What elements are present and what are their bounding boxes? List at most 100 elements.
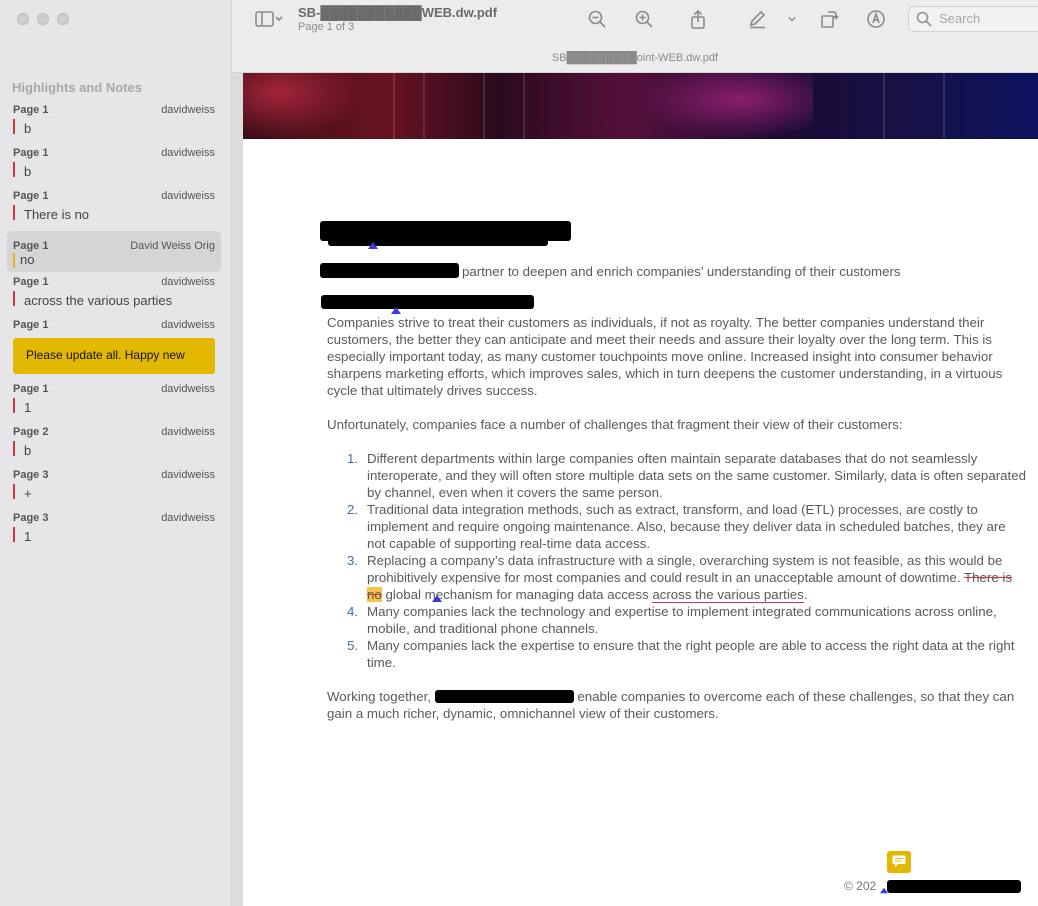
search-input[interactable] <box>937 10 1038 27</box>
note-author: davidweiss <box>161 190 215 202</box>
note-item-selected[interactable]: Page 1 David Weiss Orig no <box>7 231 221 272</box>
note-page: Page 1 <box>13 319 49 331</box>
note-text: b <box>24 443 32 458</box>
annotation-marker[interactable] <box>432 595 442 602</box>
note-item[interactable]: Page 3 davidweiss + <box>7 469 221 507</box>
note-text: across the various parties <box>24 293 173 308</box>
list-text: Replacing a company’s data infrastructur… <box>367 553 1003 585</box>
list-item: 2. Traditional data integration methods,… <box>347 501 1027 552</box>
highlight-color-bar <box>13 527 15 542</box>
search-field[interactable] <box>908 6 1038 32</box>
page-indicator: Page 1 of 3 <box>298 21 355 33</box>
note-author: davidweiss <box>161 147 215 159</box>
zoom-window-button[interactable] <box>57 13 69 25</box>
note-author: David Weiss Orig <box>130 240 215 252</box>
note-item[interactable]: Page 1 davidweiss across the various par… <box>7 276 221 314</box>
comment-note-icon[interactable] <box>887 851 911 873</box>
list-text: Traditional data integration methods, su… <box>367 502 1006 551</box>
share-icon[interactable] <box>687 8 709 30</box>
strikethrough-annotation[interactable]: There is <box>964 570 1012 585</box>
list-item: 1. Different departments within large co… <box>347 450 1027 501</box>
note-item[interactable]: Page 1 davidweiss 1 <box>7 383 221 421</box>
list-number: 4. <box>347 604 359 619</box>
note-text: b <box>24 164 32 179</box>
chevron-down-icon[interactable] <box>784 8 800 30</box>
list-text: global mechanism for managing data acces… <box>381 587 653 602</box>
challenges-list: 1. Different departments within large co… <box>347 450 1027 671</box>
list-text: Many companies lack the expertise to ens… <box>367 638 1015 670</box>
list-number: 5. <box>347 638 359 653</box>
note-author: davidweiss <box>161 383 215 395</box>
redacted-text <box>434 690 574 703</box>
copyright-text: © 202 <box>844 879 877 893</box>
note-item[interactable]: Page 2 davidweiss b <box>7 426 221 464</box>
redacted-text <box>887 880 1021 893</box>
toolbar: SB-███████████WEB.dw.pdf Page 1 of 3 SB█… <box>232 0 1038 73</box>
note-item[interactable]: Page 1 davidweiss b <box>7 147 221 185</box>
highlight-color-bar <box>13 398 15 413</box>
list-text: Many companies lack the technology and e… <box>367 604 997 636</box>
note-text: b <box>24 121 32 136</box>
close-window-button[interactable] <box>17 13 29 25</box>
paragraph-text: Working together, <box>327 689 435 704</box>
redacted-subheading <box>321 295 534 309</box>
list-text: Different departments within large compa… <box>367 451 1027 500</box>
note-page: Page 1 <box>13 190 49 202</box>
list-number: 3. <box>347 553 359 568</box>
highlight-color-bar <box>13 291 15 306</box>
search-icon <box>916 11 932 32</box>
document-pane[interactable]: partner to deepen and enrich companies’ … <box>232 73 1038 906</box>
annotate-icon[interactable] <box>865 8 887 30</box>
highlight-color-bar <box>13 205 15 220</box>
note-text: There is no <box>24 207 90 222</box>
underline-annotation[interactable]: across the various parties <box>652 587 804 603</box>
note-item[interactable]: Page 1 davidweiss b <box>7 104 221 142</box>
note-page: Page 1 <box>13 276 49 288</box>
document-title: SB-███████████WEB.dw.pdf <box>298 5 498 20</box>
window-controls <box>17 13 69 25</box>
highlight-color-bar <box>13 253 15 268</box>
note-author: davidweiss <box>161 469 215 481</box>
list-number: 1. <box>347 451 359 466</box>
body-paragraph: Working together, enable companies to ov… <box>327 688 1027 722</box>
note-author: davidweiss <box>161 426 215 438</box>
redacted-heading <box>328 238 548 246</box>
note-text: no <box>20 252 35 267</box>
note-text: 1 <box>24 529 32 544</box>
note-page: Page 1 <box>13 383 49 395</box>
minimize-window-button[interactable] <box>37 13 49 25</box>
zoom-in-icon[interactable] <box>633 8 655 30</box>
markup-pen-icon[interactable] <box>746 8 768 30</box>
highlight-color-bar <box>13 441 15 456</box>
tab-title: SB█████████oint-WEB.dw.pdf <box>551 52 719 64</box>
note-author: davidweiss <box>161 512 215 524</box>
tagline: partner to deepen and enrich companies’ … <box>462 264 901 279</box>
note-item[interactable]: Page 1 davidweiss <box>7 319 221 335</box>
annotation-marker[interactable] <box>368 242 378 249</box>
body-paragraph: Companies strive to treat their customer… <box>327 315 1003 398</box>
sticky-note[interactable]: Please update all. Happy new <box>13 338 215 374</box>
header-banner-image <box>243 73 1038 139</box>
note-text: + <box>24 486 32 501</box>
sidebar-icon[interactable] <box>250 8 286 30</box>
annotation-marker[interactable] <box>391 307 401 314</box>
note-author: davidweiss <box>161 319 215 331</box>
sidebar: Highlights and Notes Page 1 davidweiss b… <box>0 0 232 906</box>
redacted-text <box>320 263 459 278</box>
highlight-color-bar <box>13 119 15 134</box>
note-author: davidweiss <box>161 276 215 288</box>
body-paragraph: Unfortunately, companies face a number o… <box>327 417 903 432</box>
list-item: 5. Many companies lack the expertise to … <box>347 637 1027 671</box>
note-item[interactable]: Page 1 davidweiss There is no <box>7 190 221 228</box>
note-page: Page 3 <box>13 469 49 481</box>
zoom-out-icon[interactable] <box>586 8 608 30</box>
note-item[interactable]: Page 3 davidweiss 1 <box>7 512 221 550</box>
rotate-icon[interactable] <box>818 8 840 30</box>
note-text: 1 <box>24 400 32 415</box>
highlight-annotation[interactable]: no <box>367 587 382 602</box>
note-author: davidweiss <box>161 104 215 116</box>
note-page: Page 3 <box>13 512 49 524</box>
sidebar-title: Highlights and Notes <box>12 80 142 95</box>
highlight-color-bar <box>13 484 15 499</box>
list-text: . <box>803 587 808 602</box>
